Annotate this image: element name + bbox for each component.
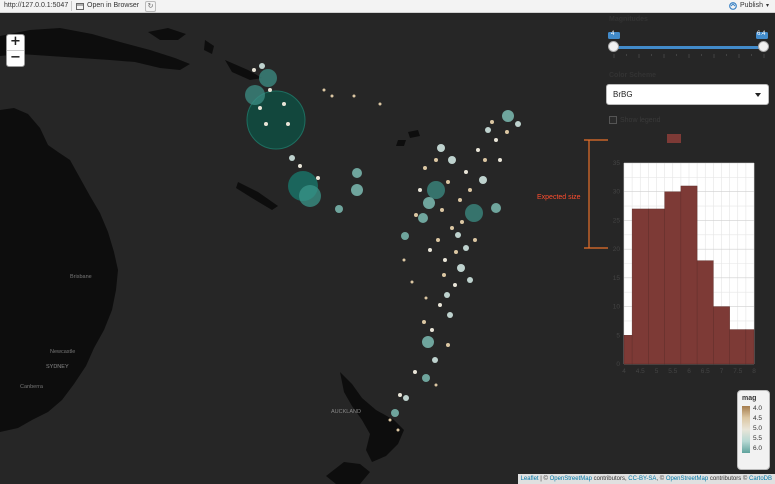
x-tick-label: 7.5 bbox=[733, 368, 742, 375]
magnitudes-label: Magnitudes bbox=[609, 16, 648, 23]
bougainville-island bbox=[204, 40, 214, 54]
magnitude-range-slider[interactable]: 4 6.4 bbox=[606, 30, 769, 64]
australia-landmass bbox=[0, 108, 118, 432]
show-legend-label: Show legend bbox=[620, 116, 661, 124]
legend-tick: 4.0 bbox=[753, 405, 763, 412]
place-label-auckland: AUCKLAND bbox=[331, 409, 361, 415]
show-legend-checkbox[interactable]: Show legend bbox=[609, 116, 660, 124]
x-tick-label: 5 bbox=[655, 368, 659, 375]
y-tick-label: 25 bbox=[613, 217, 621, 224]
histogram-bar bbox=[680, 185, 698, 365]
histogram-bar bbox=[623, 335, 633, 365]
color-scheme-select[interactable]: BrBG bbox=[606, 84, 769, 105]
magnitude-histogram: 0 5 10 15 20 25 30 35 4 4.5 5 5.5 6 6.5 7 7.5 8 bbox=[613, 134, 756, 375]
legend-tick: 4.5 bbox=[753, 415, 763, 422]
attribution-text: contributors © bbox=[708, 476, 749, 482]
refresh-icon[interactable]: ↻ bbox=[145, 1, 156, 12]
legend-tick: 5.0 bbox=[753, 425, 763, 432]
cc-by-sa-link[interactable]: CC-BY-SA bbox=[628, 476, 656, 482]
attribution-text: contributors, bbox=[591, 476, 629, 482]
y-tick-label: 10 bbox=[613, 304, 621, 311]
x-tick-label: 8 bbox=[752, 368, 756, 375]
x-tick-label: 4 bbox=[622, 368, 626, 375]
place-label-canberra: Canberra bbox=[20, 384, 43, 390]
histogram-bar bbox=[664, 191, 682, 365]
show-legend-checkbox-box[interactable] bbox=[609, 116, 617, 124]
zoom-in-button[interactable]: + bbox=[7, 35, 24, 51]
url-text: http://127.0.0.1:5047 bbox=[4, 2, 69, 9]
chevron-down-icon[interactable]: ▾ bbox=[766, 1, 769, 11]
nz-north-island bbox=[340, 372, 404, 462]
legend-tick: 6.0 bbox=[753, 445, 763, 452]
x-tick-label: 6 bbox=[687, 368, 691, 375]
legend-color-ramp bbox=[742, 406, 750, 453]
y-tick-label: 0 bbox=[616, 361, 620, 368]
open-in-browser-label: Open in Browser bbox=[87, 2, 140, 9]
histogram-bar bbox=[729, 329, 747, 365]
zoom-out-button[interactable]: − bbox=[7, 51, 24, 66]
x-tick-label: 4.5 bbox=[636, 368, 645, 375]
leaflet-link[interactable]: Leaflet bbox=[521, 476, 539, 482]
histogram-bar bbox=[713, 306, 730, 365]
slider-low-handle[interactable] bbox=[608, 41, 619, 52]
magnitude-legend: mag 4.0 4.5 5.0 5.5 6.0 bbox=[737, 390, 770, 470]
legend-tick: 5.5 bbox=[753, 435, 763, 442]
x-tick-label: 7 bbox=[720, 368, 724, 375]
osm-link[interactable]: OpenStreetMap bbox=[550, 476, 592, 482]
cartodb-link[interactable]: CartoDB bbox=[749, 476, 772, 482]
nz-south-island bbox=[326, 462, 370, 484]
earthquake-markers bbox=[245, 63, 521, 432]
y-tick-label: 5 bbox=[616, 332, 620, 339]
map-attribution: Leaflet | © OpenStreetMap contributors, … bbox=[517, 474, 775, 484]
y-tick-label: 35 bbox=[613, 160, 621, 167]
new-caledonia-island bbox=[236, 182, 278, 210]
y-tick-label: 30 bbox=[613, 189, 621, 196]
solomon-islands bbox=[225, 60, 262, 80]
publish-label: Publish bbox=[740, 2, 763, 9]
zoom-control: + − bbox=[6, 34, 25, 67]
histogram-bar bbox=[648, 208, 665, 365]
chevron-down-icon bbox=[755, 93, 761, 97]
viewer-toolbar: http://127.0.0.1:5047 Open in Browser ↻ … bbox=[0, 0, 775, 13]
slider-low-value: 4 bbox=[611, 31, 615, 37]
osm-link[interactable]: OpenStreetMap bbox=[666, 476, 708, 482]
x-tick-label: 6.5 bbox=[701, 368, 710, 375]
legend-swatch bbox=[667, 134, 681, 143]
place-label-brisbane: Brisbane bbox=[70, 274, 92, 280]
legend-title: mag bbox=[742, 395, 757, 402]
color-scheme-value: BrBG bbox=[613, 90, 633, 99]
color-scheme-label: Color Scheme bbox=[609, 72, 657, 79]
publish-button[interactable]: Publish ▾ bbox=[729, 1, 769, 11]
place-label-newcastle: Newcastle bbox=[50, 349, 76, 355]
publish-icon bbox=[729, 2, 737, 10]
open-in-browser-button[interactable]: Open in Browser bbox=[76, 1, 139, 11]
toolbar-divider bbox=[71, 1, 72, 11]
open-in-browser-icon bbox=[76, 2, 84, 10]
slider-high-handle[interactable] bbox=[758, 41, 769, 52]
place-label-sydney: SYDNEY bbox=[46, 364, 69, 370]
slider-graphic bbox=[608, 32, 768, 58]
histogram-bar bbox=[696, 260, 714, 365]
expected-size-bracket bbox=[584, 139, 608, 249]
legend-ticks: 4.0 4.5 5.0 5.5 6.0 bbox=[753, 405, 769, 456]
slider-high-value: 6.4 bbox=[757, 31, 766, 37]
new-britain-island bbox=[148, 28, 186, 40]
histogram-bar bbox=[745, 329, 755, 365]
y-tick-label: 20 bbox=[613, 246, 621, 253]
x-tick-label: 5.5 bbox=[668, 368, 677, 375]
expected-size-label: Expected size bbox=[537, 194, 581, 201]
histogram-bar bbox=[631, 208, 649, 365]
fiji-islands bbox=[396, 130, 420, 146]
y-tick-label: 15 bbox=[613, 275, 621, 282]
